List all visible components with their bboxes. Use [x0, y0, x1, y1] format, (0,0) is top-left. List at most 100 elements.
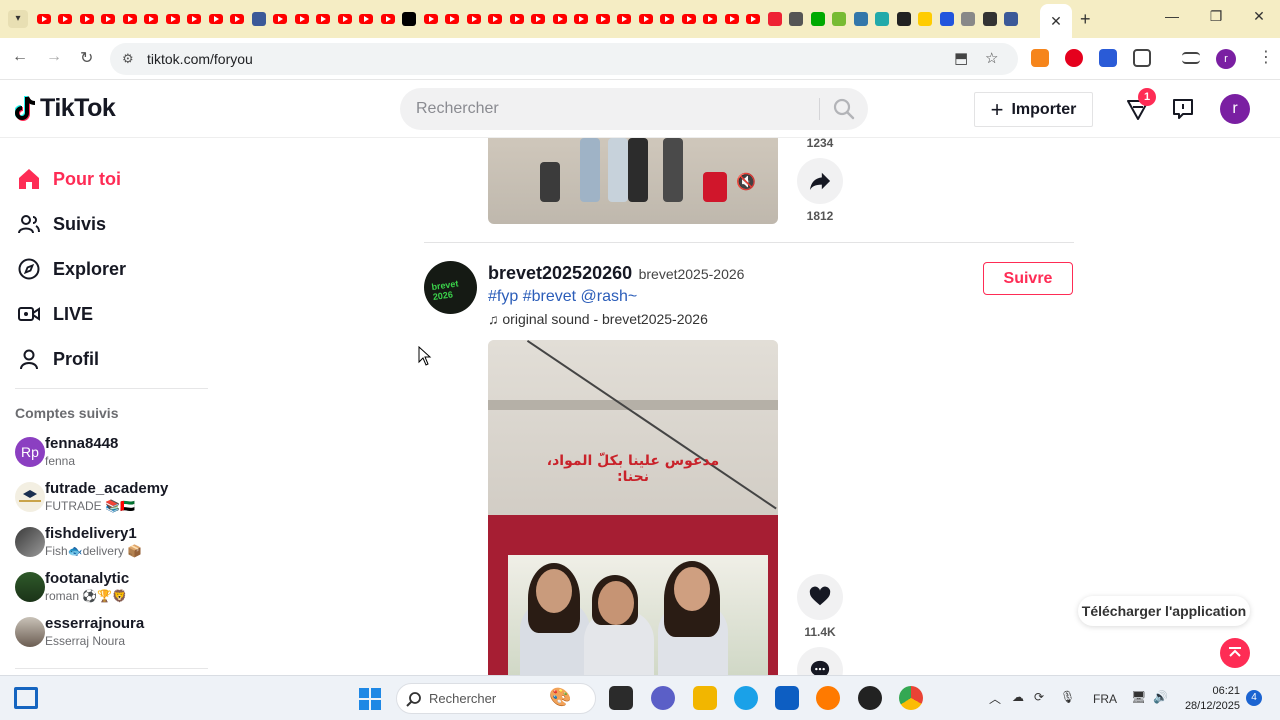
- pinned-tab-favicon-icon[interactable]: [593, 9, 613, 29]
- chrome-icon[interactable]: [899, 686, 923, 710]
- pinned-tab-favicon-icon[interactable]: [185, 9, 205, 29]
- reload-icon[interactable]: ↻: [80, 48, 93, 68]
- pinned-tab-favicon-icon[interactable]: [615, 9, 635, 29]
- app-icon[interactable]: [858, 686, 882, 710]
- pinned-tab-favicon-icon[interactable]: [271, 9, 291, 29]
- download-app-button[interactable]: Télécharger l'application: [1078, 596, 1250, 626]
- post-author-avatar[interactable]: brevet 2026: [424, 261, 477, 314]
- file-explorer-icon[interactable]: [693, 686, 717, 710]
- pinned-tab-favicon-icon[interactable]: [1002, 9, 1022, 29]
- previous-video[interactable]: [488, 138, 778, 224]
- post-username[interactable]: brevet202520260: [488, 263, 632, 283]
- sidebar-item-following[interactable]: Suivis: [17, 209, 106, 239]
- followed-account[interactable]: esserrajnoura Esserraj Noura: [15, 615, 215, 649]
- pinned-tab-favicon-icon[interactable]: [486, 9, 506, 29]
- pinned-tab-favicon-icon[interactable]: [206, 9, 226, 29]
- pinned-tab-favicon-icon[interactable]: [787, 9, 807, 29]
- pinned-tab-favicon-icon[interactable]: [464, 9, 484, 29]
- teams-icon[interactable]: [651, 686, 675, 710]
- forward-icon[interactable]: →: [46, 48, 62, 66]
- back-icon[interactable]: ←: [12, 48, 28, 66]
- firefox-icon[interactable]: [816, 686, 840, 710]
- reading-list-icon[interactable]: [1182, 52, 1200, 64]
- search-input[interactable]: Rechercher: [416, 100, 499, 118]
- pinned-tab-favicon-icon[interactable]: [507, 9, 527, 29]
- pinned-tab-favicon-icon[interactable]: [980, 9, 1000, 29]
- extensions-puzzle-icon[interactable]: [1133, 49, 1151, 67]
- pinned-tab-favicon-icon[interactable]: [550, 9, 570, 29]
- followed-account[interactable]: footanalytic roman ⚽️🏆🦁: [15, 570, 215, 604]
- browser-profile-avatar[interactable]: r: [1216, 49, 1236, 69]
- comment-button[interactable]: [797, 647, 843, 675]
- muted-icon[interactable]: 🔇: [736, 172, 756, 192]
- tray-icon[interactable]: ☁: [1012, 690, 1024, 704]
- url-text[interactable]: tiktok.com/foryou: [147, 51, 253, 67]
- microphone-icon[interactable]: 🎙: [1060, 690, 1075, 704]
- followed-account[interactable]: Rp fenna8448 fenna: [15, 435, 215, 469]
- sidebar-item-explore[interactable]: Explorer: [17, 254, 126, 284]
- pinned-tab-favicon-icon[interactable]: [722, 9, 742, 29]
- notification-count-badge[interactable]: 4: [1246, 690, 1262, 706]
- tiktok-logo[interactable]: TikTok: [15, 94, 116, 123]
- window-close-icon[interactable]: ✕: [1249, 8, 1269, 25]
- sidebar-item-profile[interactable]: Profil: [17, 344, 99, 374]
- scroll-to-top-button[interactable]: [1220, 638, 1250, 668]
- pinned-tab-favicon-icon[interactable]: [529, 9, 549, 29]
- language-indicator[interactable]: FRA: [1093, 692, 1117, 706]
- pinned-tab-favicon-icon[interactable]: [163, 9, 183, 29]
- pinned-tab-favicon-icon[interactable]: [830, 9, 850, 29]
- task-view-icon[interactable]: [609, 686, 633, 710]
- user-avatar[interactable]: r: [1220, 94, 1250, 124]
- pinned-tab-favicon-icon[interactable]: [335, 9, 355, 29]
- pinned-tab-favicon-icon[interactable]: [744, 9, 764, 29]
- pinned-tab-favicon-icon[interactable]: [142, 9, 162, 29]
- pinned-tab-favicon-icon[interactable]: [937, 9, 957, 29]
- tab-search-chevron-icon[interactable]: ▾: [8, 10, 28, 28]
- volume-icon[interactable]: 🔊: [1153, 690, 1168, 704]
- share-button[interactable]: [797, 158, 843, 204]
- post-sound[interactable]: ♫ original sound - brevet2025-2026: [488, 311, 708, 327]
- pinned-tab-favicon-icon[interactable]: [873, 9, 893, 29]
- post-author[interactable]: brevet202520260 brevet2025-2026: [488, 263, 744, 284]
- pinned-tab-favicon-icon[interactable]: [99, 9, 119, 29]
- followed-account[interactable]: futrade_academy FUTRADE 📚🇦🇪: [15, 480, 215, 514]
- restore-icon[interactable]: ❐: [1206, 8, 1226, 25]
- pinned-tab-favicon-icon[interactable]: [572, 9, 592, 29]
- widgets-icon[interactable]: [14, 687, 38, 709]
- pinned-tab-favicon-icon[interactable]: [636, 9, 656, 29]
- opera-extension-icon[interactable]: [1065, 49, 1083, 67]
- pinned-tab-favicon-icon[interactable]: [249, 9, 269, 29]
- pinned-tab-favicon-icon[interactable]: [658, 9, 678, 29]
- sidebar-item-live[interactable]: LIVE: [17, 299, 93, 329]
- taskbar-search[interactable]: Rechercher 🎨: [396, 683, 596, 714]
- sidebar-item-for-you[interactable]: Pour toi: [17, 164, 121, 194]
- bitwarden-extension-icon[interactable]: [1099, 49, 1117, 67]
- tray-chevron-icon[interactable]: ︿: [989, 690, 1001, 707]
- edge-icon[interactable]: [734, 686, 758, 710]
- pinned-tab-favicon-icon[interactable]: [120, 9, 140, 29]
- pinned-tab-favicon-icon[interactable]: [894, 9, 914, 29]
- pinned-tab-favicon-icon[interactable]: [378, 9, 398, 29]
- network-icon[interactable]: 🖥: [1131, 690, 1146, 704]
- followed-account[interactable]: fishdelivery1 Fish🐟delivery 📦: [15, 525, 215, 559]
- tray-icon[interactable]: ⟳: [1034, 690, 1044, 704]
- pinned-tab-favicon-icon[interactable]: [77, 9, 97, 29]
- store-icon[interactable]: [775, 686, 799, 710]
- close-tab-icon[interactable]: ✕: [1050, 13, 1062, 30]
- windows-start-icon[interactable]: [358, 687, 382, 711]
- pinned-tab-favicon-icon[interactable]: [357, 9, 377, 29]
- new-tab-button[interactable]: +: [1080, 9, 1091, 30]
- pinned-tab-favicon-icon[interactable]: [34, 9, 54, 29]
- messages-icon[interactable]: [1171, 97, 1195, 121]
- pinned-tab-favicon-icon[interactable]: [851, 9, 871, 29]
- pinned-tab-favicon-icon[interactable]: [916, 9, 936, 29]
- pinned-tab-favicon-icon[interactable]: [421, 9, 441, 29]
- pinned-tab-favicon-icon[interactable]: [228, 9, 248, 29]
- bookmark-star-icon[interactable]: ☆: [985, 49, 998, 67]
- active-tab[interactable]: ✕: [1040, 4, 1072, 38]
- pinned-tab-favicon-icon[interactable]: [314, 9, 334, 29]
- metamask-extension-icon[interactable]: [1031, 49, 1049, 67]
- pinned-tab-favicon-icon[interactable]: [808, 9, 828, 29]
- pinned-tab-favicon-icon[interactable]: [56, 9, 76, 29]
- follow-button[interactable]: Suivre: [983, 262, 1073, 295]
